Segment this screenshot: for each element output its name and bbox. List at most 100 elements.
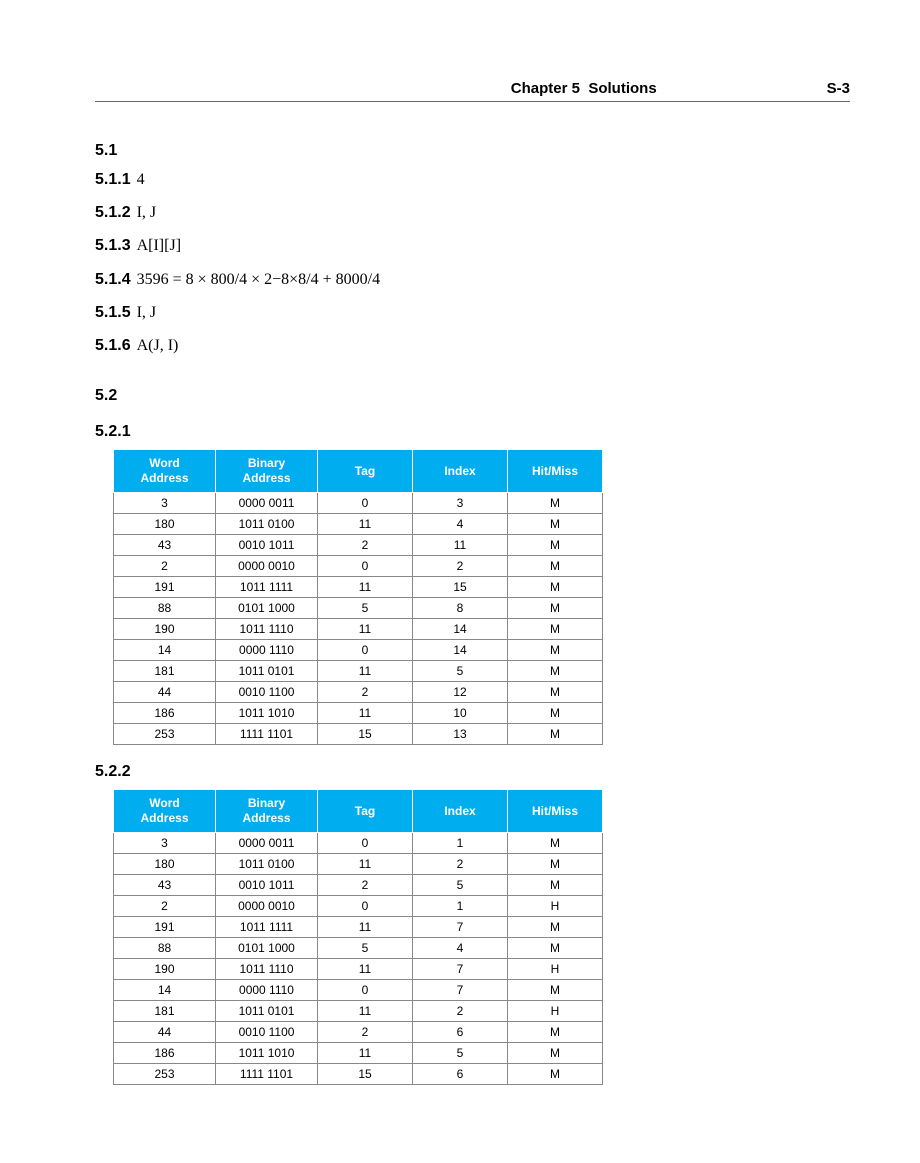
cell: 15 (318, 724, 413, 745)
table-row: 1801011 0100112M (114, 854, 603, 875)
cell: 0010 1011 (216, 535, 318, 556)
col-index: Index (413, 790, 508, 833)
cell: 1011 1010 (216, 1043, 318, 1064)
col-index: Index (413, 450, 508, 493)
th-text: Hit/Miss (532, 804, 578, 818)
table-row: 1811011 0101112H (114, 1001, 603, 1022)
cell: 11 (318, 514, 413, 535)
cell: M (508, 577, 603, 598)
cell: 11 (318, 619, 413, 640)
cell: 44 (114, 1022, 216, 1043)
cell: 1011 1110 (216, 959, 318, 980)
col-binary-address: BinaryAddress (216, 450, 318, 493)
table-body: 30000 001101M1801011 0100112M430010 1011… (114, 833, 603, 1085)
table-row: 1811011 0101115M (114, 661, 603, 682)
cell: M (508, 703, 603, 724)
th-text: Index (444, 804, 475, 818)
item-label: 5.1.4 (95, 271, 131, 288)
cell: 181 (114, 661, 216, 682)
th-text: Tag (355, 804, 375, 818)
cell: 5 (413, 875, 508, 896)
cell: M (508, 535, 603, 556)
cell: 2 (318, 535, 413, 556)
cell: 1011 1111 (216, 917, 318, 938)
item-5-1-4: 5.1.4 3596 = 8 × 800/4 × 2−8×8/4 + 8000/4 (95, 266, 850, 293)
item-5-1-6: 5.1.6A(J, I) (95, 332, 850, 359)
cell: 4 (413, 938, 508, 959)
cell: 190 (114, 619, 216, 640)
cell: 180 (114, 854, 216, 875)
cell: H (508, 959, 603, 980)
cell: 3 (114, 493, 216, 514)
table-row: 140000 1110014M (114, 640, 603, 661)
col-hit-miss: Hit/Miss (508, 790, 603, 833)
col-binary-address: BinaryAddress (216, 790, 318, 833)
cell: 191 (114, 577, 216, 598)
item-label: 5.1.5 (95, 304, 131, 321)
table-row: 140000 111007M (114, 980, 603, 1001)
cell: 15 (413, 577, 508, 598)
cell: 1011 0100 (216, 514, 318, 535)
cell: 0010 1100 (216, 682, 318, 703)
cell: 11 (318, 959, 413, 980)
table-head: WordAddress BinaryAddress Tag Index Hit/… (114, 450, 603, 493)
cell: 1011 1111 (216, 577, 318, 598)
item-label: 5.1.3 (95, 237, 131, 254)
table-row: 2531111 1101156M (114, 1064, 603, 1085)
col-tag: Tag (318, 790, 413, 833)
cell: M (508, 682, 603, 703)
cell: 14 (114, 980, 216, 1001)
item-text: 3596 = 8 × 800/4 × 2−8×8/4 + 8000/4 (137, 271, 380, 288)
header-chapter: Chapter 5 Solutions (511, 80, 657, 97)
cell: 11 (318, 577, 413, 598)
cell: 15 (318, 1064, 413, 1085)
item-label: 5.1.6 (95, 337, 131, 354)
cell: 3 (413, 493, 508, 514)
cell: 1011 0101 (216, 661, 318, 682)
table-row: 30000 001103M (114, 493, 603, 514)
cell: M (508, 854, 603, 875)
cell: 0000 0011 (216, 493, 318, 514)
table-row: 1911011 1111117M (114, 917, 603, 938)
cell: 43 (114, 535, 216, 556)
cell: 0010 1100 (216, 1022, 318, 1043)
cell: 0 (318, 556, 413, 577)
table-row: 1901011 11101114M (114, 619, 603, 640)
table-row: 1861011 1010115M (114, 1043, 603, 1064)
cell: 11 (318, 917, 413, 938)
cell: 2 (413, 1001, 508, 1022)
item-label: 5.1.1 (95, 171, 131, 188)
th-text: BinaryAddress (242, 456, 290, 485)
cell: M (508, 1043, 603, 1064)
cell: M (508, 514, 603, 535)
cell: 2 (413, 854, 508, 875)
cell: 2 (413, 556, 508, 577)
table-row: 1911011 11111115M (114, 577, 603, 598)
table-row: 30000 001101M (114, 833, 603, 854)
cell: 191 (114, 917, 216, 938)
cell: 0 (318, 833, 413, 854)
item-text: I, J (137, 204, 157, 221)
col-tag: Tag (318, 450, 413, 493)
cell: 2 (318, 1022, 413, 1043)
cell: 186 (114, 703, 216, 724)
table-5-2-2: WordAddress BinaryAddress Tag Index Hit/… (113, 789, 603, 1085)
cell: 180 (114, 514, 216, 535)
cell: 2 (318, 875, 413, 896)
cell: M (508, 724, 603, 745)
cell: 253 (114, 1064, 216, 1085)
cell: M (508, 917, 603, 938)
cell: 1111 1101 (216, 1064, 318, 1085)
table-5-2-2-wrap: WordAddress BinaryAddress Tag Index Hit/… (113, 789, 850, 1085)
cell: 1011 0101 (216, 1001, 318, 1022)
table-row: 20000 001002M (114, 556, 603, 577)
cell: 186 (114, 1043, 216, 1064)
th-text: WordAddress (140, 796, 188, 825)
table-row: 1861011 10101110M (114, 703, 603, 724)
col-word-address: WordAddress (114, 790, 216, 833)
table-row: 880101 100054M (114, 938, 603, 959)
cell: 14 (114, 640, 216, 661)
cell: 88 (114, 938, 216, 959)
cell: 11 (413, 535, 508, 556)
cell: 1111 1101 (216, 724, 318, 745)
